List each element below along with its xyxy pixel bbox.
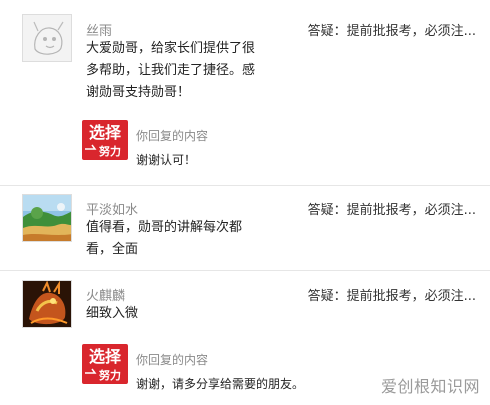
logo-text-bottom: 努力 bbox=[99, 368, 121, 382]
avatar[interactable] bbox=[22, 194, 72, 242]
watermark: 爱创根知识网 bbox=[380, 377, 480, 396]
username[interactable]: 火麒麟 bbox=[86, 285, 125, 304]
comment-item: 平淡如水 答疑：提前批报考，必须注... 值得看，勋哥的讲解每次都看，全面 bbox=[0, 186, 490, 270]
comment-text: 大爱勋哥，给家长们提供了很多帮助，让我们走了捷径。感谢勋哥支持勋哥！ bbox=[86, 41, 256, 100]
logo-text-top: 选择 bbox=[89, 347, 122, 366]
reply-logo-icon: 选择 努力 bbox=[82, 344, 128, 384]
reply-text: 谢谢认可！ bbox=[136, 153, 197, 167]
reply-label: 你回复的内容 bbox=[136, 353, 209, 367]
avatar[interactable] bbox=[22, 14, 72, 62]
username[interactable]: 平淡如水 bbox=[86, 199, 138, 218]
source-article-link[interactable]: 答疑：提前批报考，必须注... bbox=[308, 285, 476, 304]
reply-label: 你回复的内容 bbox=[136, 129, 209, 143]
avatar[interactable] bbox=[22, 280, 72, 328]
source-article-link[interactable]: 答疑：提前批报考，必须注... bbox=[308, 199, 476, 218]
comment-item: 丝雨 答疑：提前批报考，必须注... 大爱勋哥，给家长们提供了很多帮助，让我们走… bbox=[0, 0, 490, 185]
logo-text-top: 选择 bbox=[89, 123, 122, 142]
comment-text: 细致入微 bbox=[86, 306, 139, 321]
reply-logo-icon: 选择 努力 bbox=[82, 120, 128, 160]
logo-text-bottom: 努力 bbox=[99, 144, 121, 158]
reply-text: 谢谢，请多分享给需要的朋友。 bbox=[136, 377, 305, 391]
username[interactable]: 丝雨 bbox=[86, 20, 112, 39]
source-article-link[interactable]: 答疑：提前批报考，必须注... bbox=[308, 20, 476, 39]
comment-text: 值得看，勋哥的讲解每次都看，全面 bbox=[86, 220, 243, 257]
